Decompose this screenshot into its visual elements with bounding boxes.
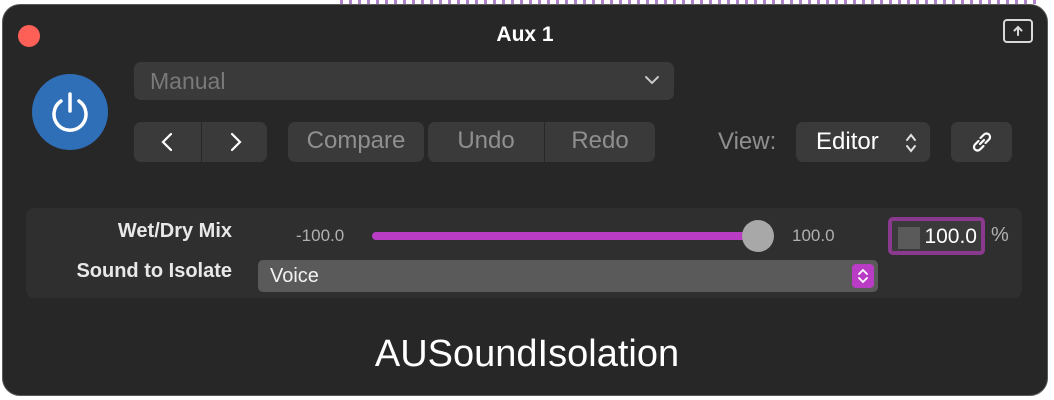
detach-window-icon[interactable]	[1003, 19, 1033, 43]
sound-to-isolate-label: Sound to Isolate	[76, 260, 232, 282]
window-title: Aux 1	[496, 23, 554, 46]
compare-button[interactable]: Compare	[288, 122, 424, 162]
power-icon	[52, 92, 88, 132]
up-down-arrows-icon	[906, 133, 916, 153]
link-icon	[972, 132, 992, 152]
view-dropdown[interactable]: Editor	[796, 122, 930, 162]
wet-dry-min-label: -100.0	[296, 226, 345, 245]
sound-to-isolate-dropdown[interactable]: Voice	[258, 260, 878, 292]
chevron-down-icon	[645, 76, 659, 85]
preset-dropdown[interactable]: Manual	[134, 62, 674, 100]
power-button[interactable]	[32, 74, 108, 150]
view-value: Editor	[816, 128, 879, 155]
previous-preset-button[interactable]	[134, 122, 201, 162]
redo-button[interactable]: Redo	[545, 122, 655, 162]
view-label: View:	[718, 128, 777, 155]
chevron-right-icon	[230, 132, 242, 152]
next-preset-button[interactable]	[202, 122, 267, 162]
sound-to-isolate-value: Voice	[270, 265, 319, 287]
wet-dry-max-label: 100.0	[792, 226, 835, 245]
wet-dry-value-field[interactable]: 100.0	[888, 217, 985, 255]
stepper-arrows-icon	[852, 264, 874, 288]
text-cursor	[898, 227, 920, 249]
chevron-left-icon	[160, 132, 172, 152]
link-button[interactable]	[951, 122, 1012, 162]
wet-dry-mix-label: Wet/Dry Mix	[117, 220, 232, 242]
wet-dry-slider-track[interactable]	[372, 232, 757, 240]
preset-value: Manual	[150, 68, 226, 94]
undo-button[interactable]: Undo	[428, 122, 544, 162]
wet-dry-slider-thumb[interactable]	[742, 220, 774, 252]
wet-dry-unit: %	[991, 224, 1009, 246]
wet-dry-value: 100.0	[924, 225, 977, 248]
plugin-name: AUSoundIsolation	[374, 333, 680, 375]
